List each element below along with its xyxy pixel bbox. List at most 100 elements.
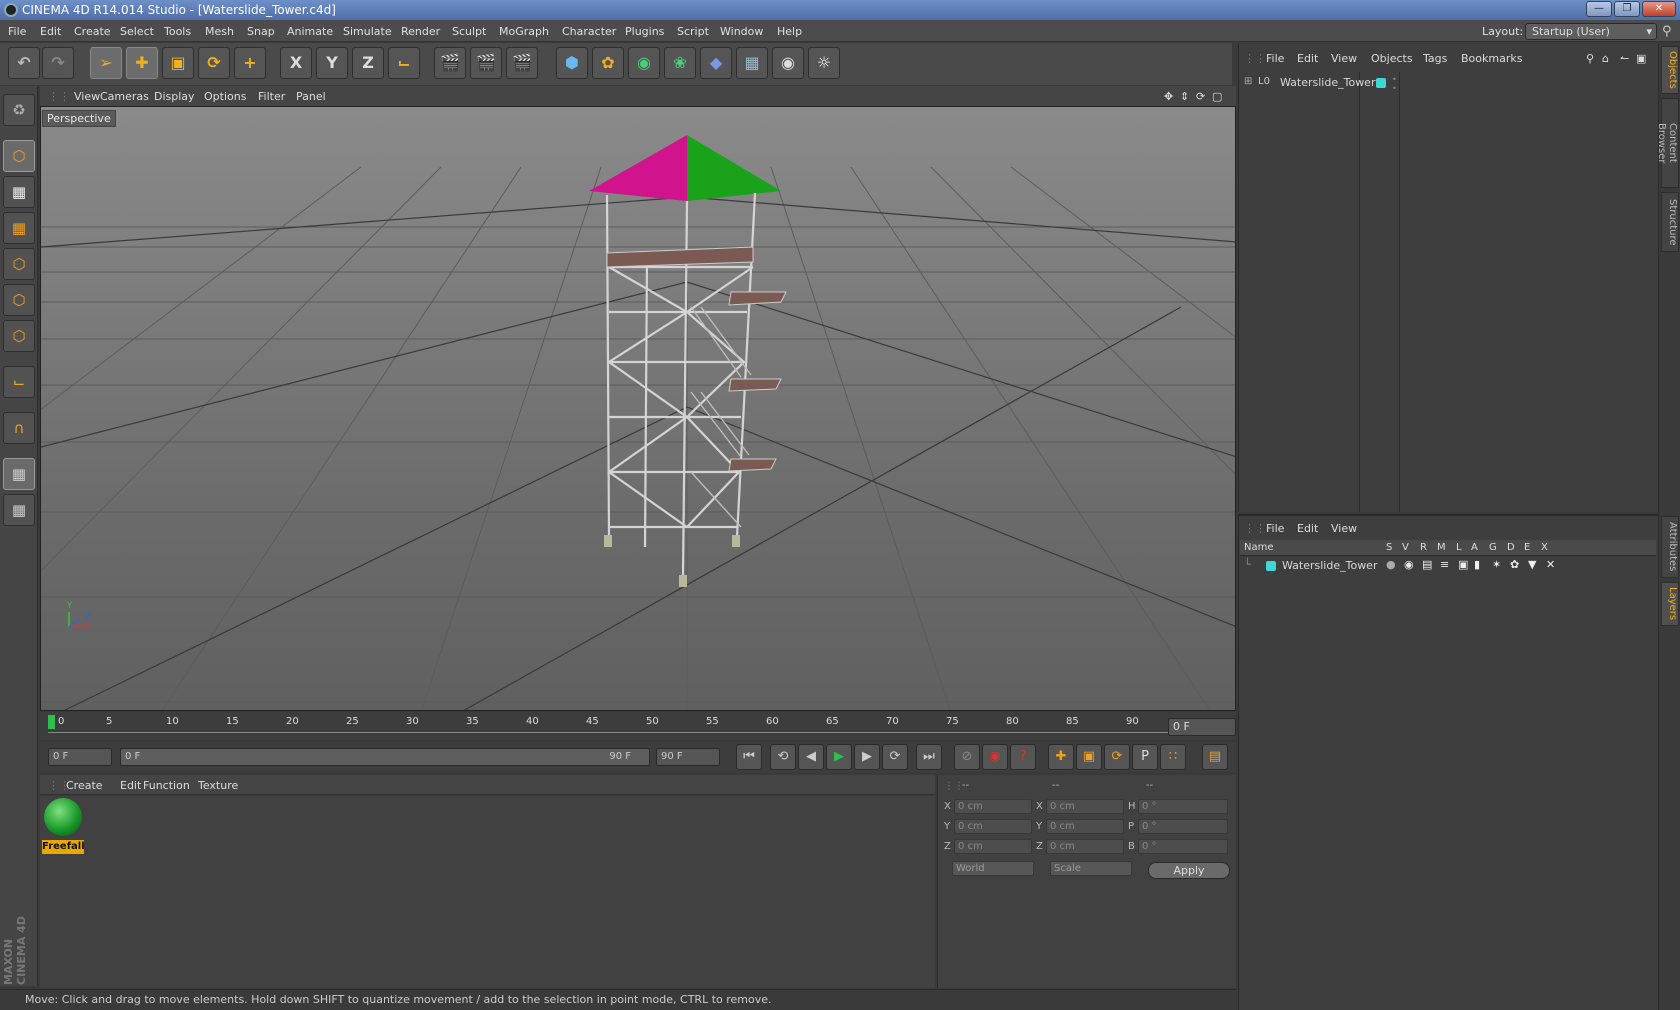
column-name[interactable]: Name — [1244, 542, 1274, 553]
axis-mode-icon[interactable]: ⌙ — [3, 366, 35, 398]
minimize-button[interactable]: — — [1586, 1, 1612, 17]
perspective-viewport[interactable]: Y X Z — [40, 106, 1236, 711]
add-icon[interactable]: + — [234, 47, 266, 79]
layer-menu-edit[interactable]: Edit — [1297, 522, 1318, 535]
generator-icon[interactable]: ✶ — [1492, 558, 1501, 571]
edges-mode-icon[interactable]: ⬡ — [3, 284, 35, 316]
x-axis-icon[interactable]: X — [280, 47, 312, 79]
transform-mode-dropdown[interactable]: Scale — [1050, 861, 1132, 876]
live-selection-icon[interactable]: ➢ — [90, 47, 122, 79]
expression-icon[interactable]: ▼ — [1528, 558, 1536, 571]
viewport-menu-options[interactable]: Options — [204, 90, 246, 103]
menu-select[interactable]: Select — [120, 25, 154, 38]
viewport-menu-display[interactable]: Display — [154, 90, 195, 103]
end-frame-field[interactable]: 90 F — [656, 748, 720, 766]
snap-magnet-icon[interactable]: ∩ — [3, 412, 35, 444]
visible-icon[interactable]: ◉ — [1404, 558, 1414, 571]
render-picture-viewer-icon[interactable]: 🎬 — [470, 47, 502, 79]
pan-view-icon[interactable]: ✥ — [1164, 90, 1173, 103]
z-axis-icon[interactable]: Z — [352, 47, 384, 79]
rotation-b-field[interactable]: 0 ° — [1138, 839, 1228, 854]
array-icon[interactable]: ❀ — [664, 47, 696, 79]
menu-animate[interactable]: Animate — [287, 25, 333, 38]
menu-file[interactable]: File — [8, 25, 26, 38]
keyframe-selection-icon[interactable]: ? — [1010, 744, 1036, 770]
key-scale-icon[interactable]: ▣ — [1076, 744, 1102, 770]
tab-layers[interactable]: Layers — [1661, 582, 1679, 626]
menu-create[interactable]: Create — [74, 25, 111, 38]
size-z-field[interactable]: 0 cm — [1046, 839, 1124, 854]
coordinate-mode-dropdown[interactable]: World — [952, 861, 1034, 876]
frame-range-slider[interactable]: 0 F 90 F — [120, 748, 650, 766]
subdivision-icon[interactable]: ◉ — [628, 47, 660, 79]
close-button[interactable]: ✕ — [1642, 1, 1676, 17]
maximize-button[interactable]: ❐ — [1614, 1, 1640, 17]
menu-edit[interactable]: Edit — [40, 25, 61, 38]
position-x-field[interactable]: 0 cm — [954, 799, 1032, 814]
next-frame-icon[interactable]: ▶ — [854, 744, 880, 770]
material-menu-create[interactable]: Create — [66, 779, 103, 792]
lock-icon[interactable]: ▣ — [1458, 558, 1468, 571]
render-view-icon[interactable]: 🎬 — [434, 47, 466, 79]
key-parameter-icon[interactable]: P — [1132, 744, 1158, 770]
viewport-menu-view[interactable]: View — [74, 90, 100, 103]
playhead-marker[interactable] — [48, 715, 55, 729]
coordinate-system-icon[interactable]: ⌙ — [388, 47, 420, 79]
workplane-icon[interactable]: ▦ — [3, 212, 35, 244]
visibility-dots-icon[interactable]: • • — [1392, 75, 1397, 93]
object-menu-edit[interactable]: Edit — [1297, 52, 1318, 65]
menu-mograph[interactable]: MoGraph — [499, 25, 549, 38]
column-solo[interactable]: S — [1386, 542, 1392, 553]
back-icon[interactable]: ↼ — [1620, 52, 1629, 65]
layer-menu-file[interactable]: File — [1266, 522, 1284, 535]
tab-attributes[interactable]: Attributes — [1661, 516, 1679, 578]
go-to-start-icon[interactable]: ⏮ — [736, 744, 762, 770]
viewport-menu-panel[interactable]: Panel — [296, 90, 326, 103]
planar-workplane-icon[interactable]: ▦ — [3, 494, 35, 526]
scale-icon[interactable]: ▣ — [162, 47, 194, 79]
rotation-p-field[interactable]: 0 ° — [1138, 819, 1228, 834]
render-settings-icon[interactable]: 🎬 — [506, 47, 538, 79]
size-x-field[interactable]: 0 cm — [1046, 799, 1124, 814]
deformer-icon[interactable]: ✿ — [1510, 558, 1519, 571]
tab-objects[interactable]: Objects — [1661, 46, 1679, 94]
y-axis-icon[interactable]: Y — [316, 47, 348, 79]
key-position-icon[interactable]: ✚ — [1048, 744, 1074, 770]
menu-sculpt[interactable]: Sculpt — [452, 25, 486, 38]
material-menu-edit[interactable]: Edit — [120, 779, 141, 792]
record-keys-icon[interactable]: ⊘ — [954, 744, 980, 770]
column-generators[interactable]: G — [1489, 542, 1497, 553]
menu-tools[interactable]: Tools — [164, 25, 191, 38]
viewport-menu-cameras[interactable]: Cameras — [100, 90, 149, 103]
autokey-icon[interactable]: ◉ — [982, 744, 1008, 770]
previous-key-icon[interactable]: ⟲ — [770, 744, 796, 770]
column-expressions[interactable]: E — [1524, 542, 1530, 553]
object-menu-file[interactable]: File — [1266, 52, 1284, 65]
model-mode-icon[interactable]: ⬡ — [3, 140, 35, 172]
timeline-ruler[interactable]: 0 5 10 15 20 25 30 35 40 45 50 55 60 65 … — [40, 712, 1236, 740]
animation-icon[interactable]: ▮ — [1474, 558, 1480, 571]
column-manager[interactable]: M — [1437, 542, 1446, 553]
spline-pen-icon[interactable]: ✿ — [592, 47, 624, 79]
home-icon[interactable]: ⌂ — [1602, 52, 1609, 65]
menu-snap[interactable]: Snap — [247, 25, 275, 38]
position-y-field[interactable]: 0 cm — [954, 819, 1032, 834]
search-icon[interactable]: ⚲ — [1662, 24, 1672, 39]
move-icon[interactable]: ✚ — [126, 47, 158, 79]
menu-simulate[interactable]: Simulate — [343, 25, 392, 38]
column-xrefs[interactable]: X — [1541, 542, 1548, 553]
material-menu-texture[interactable]: Texture — [198, 779, 238, 792]
column-deformers[interactable]: D — [1507, 542, 1515, 553]
menu-script[interactable]: Script — [677, 25, 709, 38]
tab-content-browser[interactable]: Content Browser — [1656, 98, 1679, 188]
object-menu-tags[interactable]: Tags — [1423, 52, 1447, 65]
current-frame-field[interactable]: 0 F — [1168, 718, 1236, 736]
layer-row[interactable]: └ Waterslide_Tower ● ◉ ▤ ≡ ▣ ▮ ✶ ✿ ▼ ✕ — [1244, 558, 1644, 574]
expand-icon[interactable]: ⊞ — [1244, 76, 1252, 87]
menu-window[interactable]: Window — [720, 25, 763, 38]
previous-frame-icon[interactable]: ◀ — [798, 744, 824, 770]
rotate-icon[interactable]: ⟳ — [198, 47, 230, 79]
deformer-icon[interactable]: ◆ — [700, 47, 732, 79]
texture-mode-icon[interactable]: ▦ — [3, 176, 35, 208]
timeline-window-icon[interactable]: ▤ — [1202, 744, 1228, 770]
